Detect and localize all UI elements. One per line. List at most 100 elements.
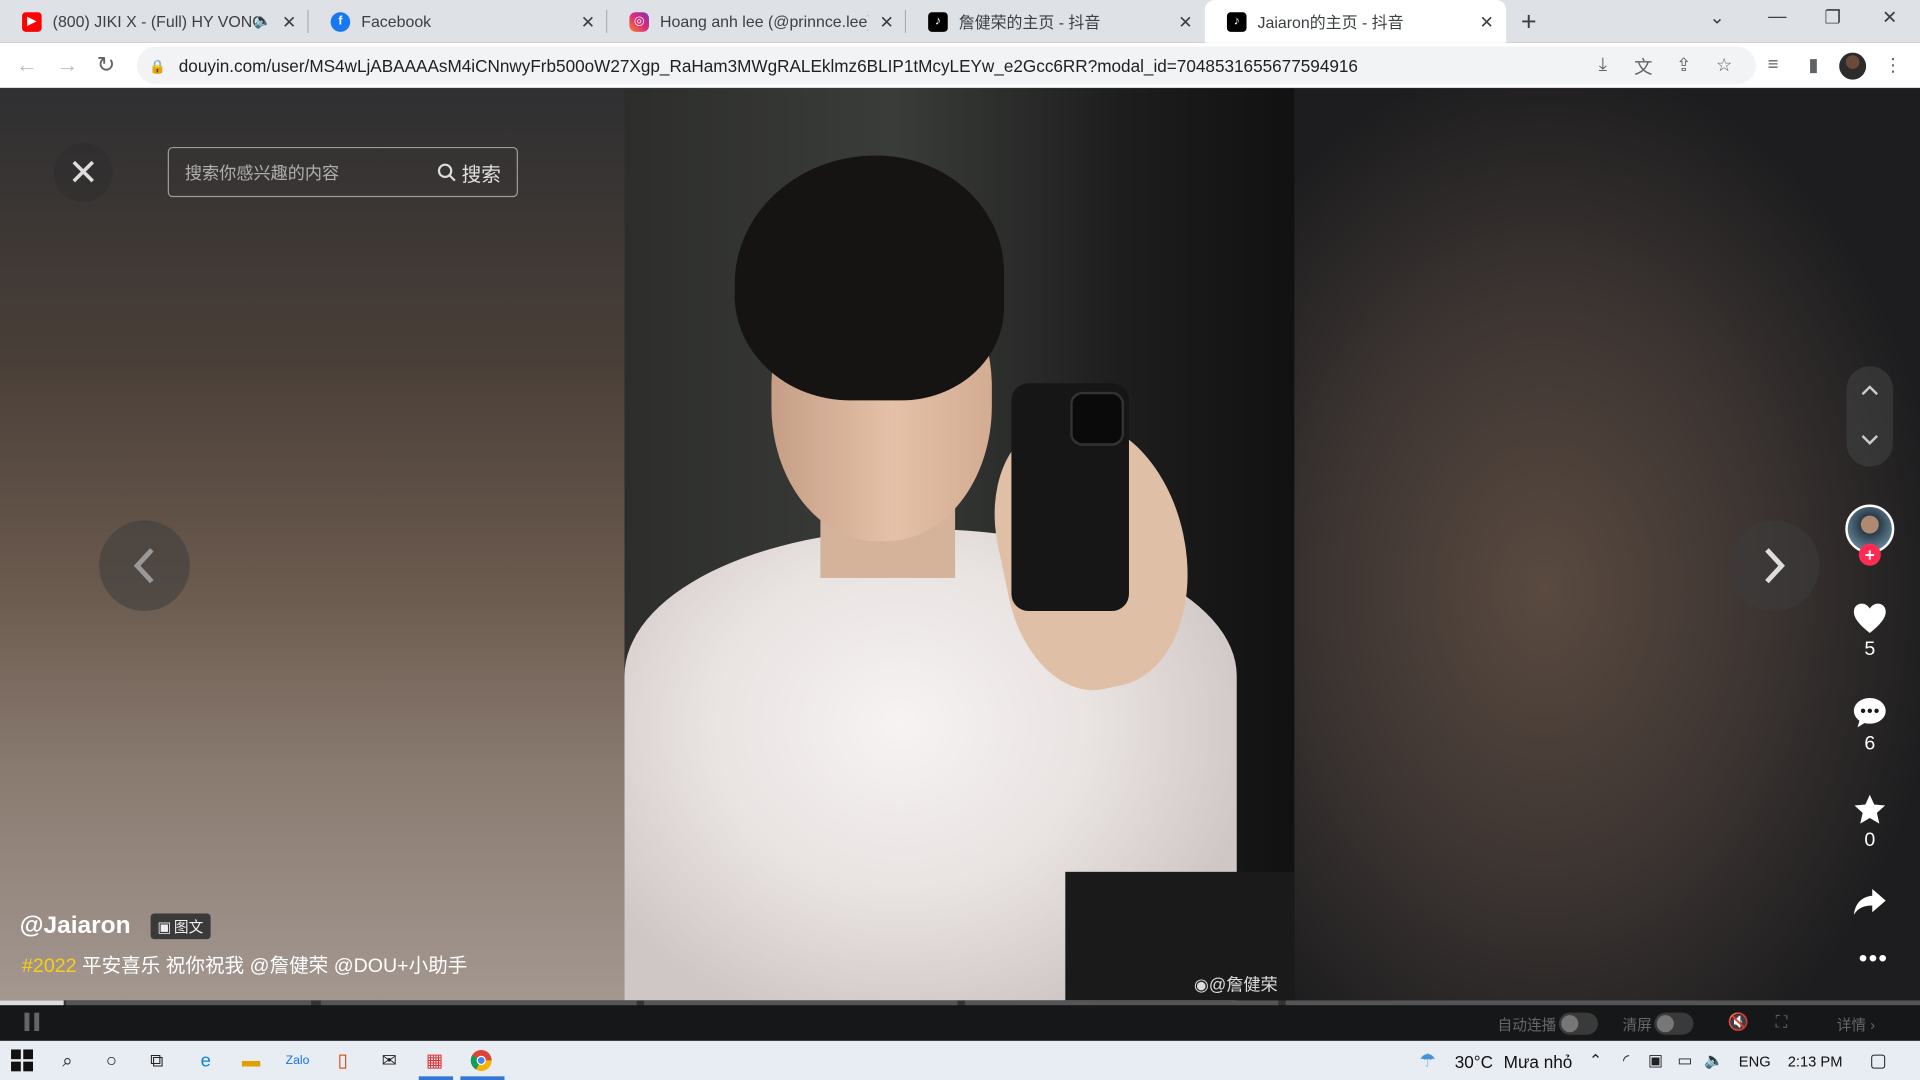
notification-icon[interactable]: ▢: [1866, 1048, 1890, 1072]
tab-douyin-1[interactable]: ♪ 詹健荣的主页 - 抖音 ✕: [906, 0, 1205, 43]
facebook-icon: f: [330, 11, 351, 32]
browser-tab-strip: ▶ (800) JIKI X - (Full) HY VONG 🔈 ✕ f Fa…: [0, 0, 1920, 43]
search-icon: [437, 162, 456, 181]
tab-facebook[interactable]: f Facebook ✕: [309, 0, 608, 43]
new-tab-icon[interactable]: +: [1521, 6, 1537, 38]
caption-text: 平安喜乐 祝你祝我 @詹健荣 @DOU+小助手: [76, 956, 468, 978]
chevron-down-icon[interactable]: [1860, 430, 1880, 450]
language-indicator[interactable]: ENG: [1739, 1053, 1771, 1070]
close-icon[interactable]: ✕: [282, 12, 296, 33]
weibo-icon: ◉: [1193, 974, 1209, 995]
close-viewer-button[interactable]: ✕: [53, 143, 113, 203]
favorite-count: 0: [1864, 830, 1876, 852]
windows-taskbar: ⌕ ○ ⧉ e ▬ Zalo ▯ ✉ ▦ ☂ 30°C Mưa nhỏ ⌃ ◜ …: [0, 1040, 1920, 1080]
favorite-button[interactable]: 0: [1845, 791, 1894, 852]
share-button[interactable]: [1845, 884, 1894, 921]
clock[interactable]: 2:13 PM: [1788, 1053, 1843, 1070]
fullscreen-icon[interactable]: ⛶: [1776, 1011, 1788, 1032]
window-close-icon[interactable]: ✕: [1882, 6, 1897, 28]
tab-search-chevron-icon[interactable]: ⌄: [1709, 6, 1724, 28]
chrome-icon[interactable]: [469, 1048, 493, 1072]
back-icon[interactable]: ←: [16, 53, 38, 79]
photo-watermark: ◉@詹健荣: [1193, 974, 1278, 995]
tray-chevron-up-icon[interactable]: ⌃: [1583, 1048, 1607, 1072]
edge-icon[interactable]: e: [193, 1048, 217, 1072]
tab-youtube[interactable]: ▶ (800) JIKI X - (Full) HY VONG 🔈 ✕: [0, 0, 309, 43]
reading-list-icon[interactable]: ≡: [1762, 54, 1784, 76]
menu-kebab-icon[interactable]: ⋮: [1882, 54, 1904, 76]
share-icon[interactable]: ⇪: [1673, 54, 1695, 76]
side-panel-icon[interactable]: ▮: [1802, 54, 1824, 76]
restore-icon[interactable]: ❐: [1824, 6, 1840, 28]
tiktok-icon: ♪: [928, 11, 948, 32]
office-icon[interactable]: ▯: [331, 1048, 355, 1072]
close-icon[interactable]: ✕: [581, 12, 595, 33]
battery-icon[interactable]: ▭: [1673, 1048, 1697, 1072]
comment-icon: [1853, 697, 1886, 728]
instagram-icon: ◎: [629, 11, 649, 32]
comment-button[interactable]: 6: [1845, 694, 1894, 755]
prev-button[interactable]: [99, 520, 190, 612]
translate-icon[interactable]: 文: [1632, 54, 1654, 79]
more-icon[interactable]: •••: [1859, 945, 1888, 973]
post-type-badge: ▣ 图文: [150, 913, 211, 940]
volume-icon[interactable]: 🔈: [1702, 1048, 1726, 1072]
profile-avatar[interactable]: [1839, 52, 1867, 80]
speaker-icon[interactable]: 🔈: [254, 12, 272, 29]
tiktok-icon: ♪: [1226, 11, 1247, 32]
search-input[interactable]: [184, 162, 438, 182]
clear-screen-toggle[interactable]: [1654, 1012, 1694, 1035]
search-icon[interactable]: ⌕: [55, 1048, 79, 1072]
post-caption: #2022 平安喜乐 祝你祝我 @詹健荣 @DOU+小助手: [22, 949, 467, 978]
minimize-icon[interactable]: —: [1768, 6, 1786, 27]
like-button[interactable]: 5: [1845, 600, 1894, 661]
close-icon[interactable]: ✕: [1178, 12, 1192, 33]
reload-icon[interactable]: ↻: [97, 53, 115, 79]
zalo-icon[interactable]: Zalo: [285, 1048, 310, 1072]
hashtag-link[interactable]: #2022: [22, 956, 76, 977]
post-photo[interactable]: [624, 88, 1295, 1001]
author-info: @Jaiaron ▣ 图文: [20, 912, 211, 940]
close-icon[interactable]: ✕: [1480, 12, 1494, 33]
chevron-right-icon: [1765, 548, 1785, 584]
next-button[interactable]: [1728, 520, 1820, 612]
cortana-icon[interactable]: ○: [99, 1048, 123, 1072]
star-icon: [1854, 794, 1886, 824]
browser-toolbar: ← → ↻ 🔒 douyin.com/user/MS4wLjABAAAAsM4i…: [0, 42, 1920, 89]
forward-icon[interactable]: →: [56, 53, 78, 79]
task-view-icon[interactable]: ⧉: [144, 1048, 168, 1072]
screen: ▶ (800) JIKI X - (Full) HY VONG 🔈 ✕ f Fa…: [0, 0, 1920, 1080]
tab-title: Jaiaron的主页 - 抖音: [1257, 13, 1404, 32]
weather-temp[interactable]: 30°C: [1455, 1052, 1493, 1072]
autoplay-toggle[interactable]: [1558, 1012, 1598, 1035]
meet-icon[interactable]: ▣: [1643, 1048, 1667, 1072]
install-icon[interactable]: ⤓: [1592, 54, 1614, 76]
tab-title: Facebook: [361, 12, 432, 31]
image-post-icon: ▣: [157, 917, 172, 935]
detail-link[interactable]: 详情 ›: [1837, 1014, 1875, 1035]
file-explorer-icon[interactable]: ▬: [239, 1048, 263, 1072]
url-text[interactable]: douyin.com/user/MS4wLjABAAAAsM4iCNnwyFrb…: [179, 56, 1358, 76]
windows-start-icon[interactable]: [10, 1048, 34, 1072]
chevron-up-icon[interactable]: [1860, 381, 1880, 401]
tab-douyin-active[interactable]: ♪ Jaiaron的主页 - 抖音 ✕: [1204, 0, 1507, 43]
share-arrow-icon: [1853, 888, 1886, 915]
tab-instagram[interactable]: ◎ Hoang anh lee (@prinnce.lee) • A ✕: [607, 0, 907, 43]
pause-icon[interactable]: [24, 1012, 41, 1034]
player-controls: 自动连播 清屏 🔇 ⛶ 详情 ›: [0, 1005, 1920, 1041]
mute-icon[interactable]: 🔇: [1728, 1011, 1749, 1032]
search-button[interactable]: 搜索: [437, 157, 501, 186]
weather-icon[interactable]: ☂: [1416, 1048, 1440, 1072]
mail-icon[interactable]: ✉: [377, 1048, 401, 1072]
author-name[interactable]: @Jaiaron: [20, 912, 131, 940]
heart-icon: [1853, 603, 1886, 634]
app-icon[interactable]: ▦: [422, 1048, 446, 1072]
follow-plus-button[interactable]: +: [1858, 543, 1881, 566]
close-icon[interactable]: ✕: [880, 12, 894, 33]
bookmark-star-icon[interactable]: ☆: [1713, 54, 1735, 76]
search-box[interactable]: 搜索: [167, 146, 518, 198]
weather-desc[interactable]: Mưa nhỏ: [1504, 1052, 1573, 1072]
address-bar[interactable]: 🔒 douyin.com/user/MS4wLjABAAAAsM4iCNnwyF…: [137, 46, 1756, 85]
wifi-icon[interactable]: ◜: [1614, 1048, 1638, 1072]
lock-icon[interactable]: 🔒: [149, 58, 166, 74]
